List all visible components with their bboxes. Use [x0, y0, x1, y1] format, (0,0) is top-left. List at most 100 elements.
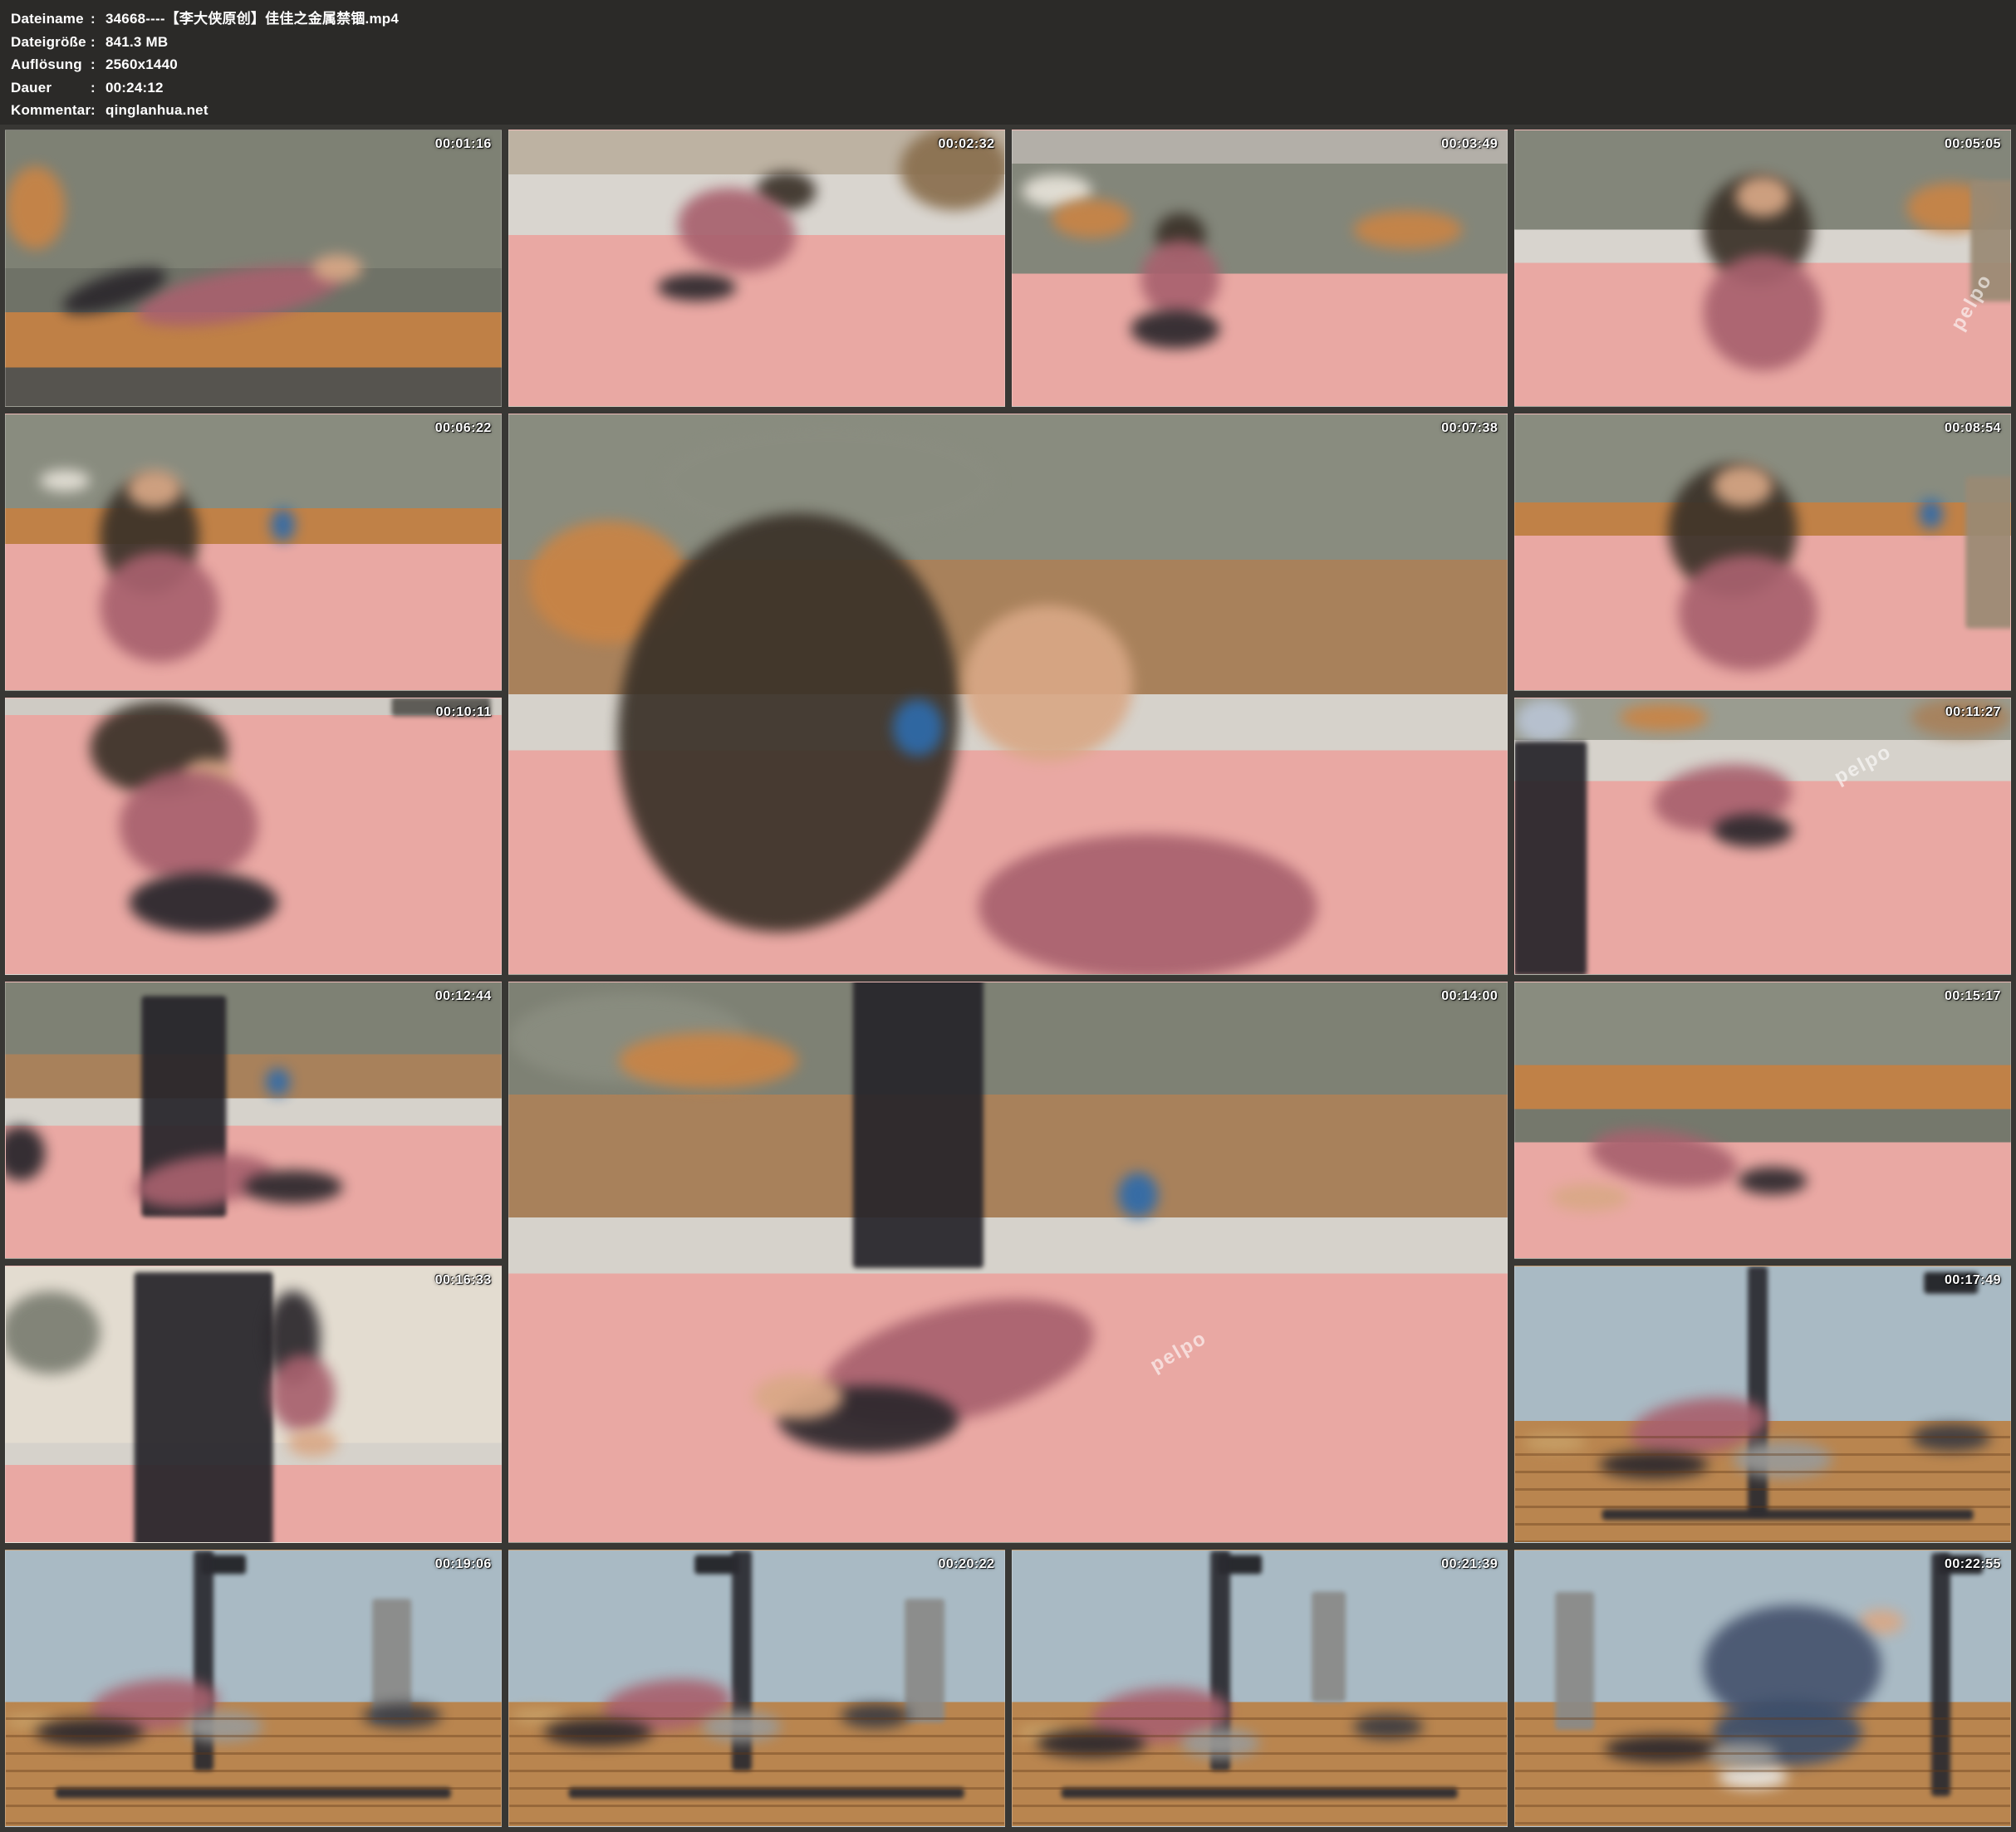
scene-shape	[1714, 465, 1773, 507]
scene-shape	[271, 1354, 335, 1432]
mat-brand-watermark: pelpo	[1946, 270, 1997, 335]
metadata-separator: :	[91, 53, 105, 76]
timestamp-overlay: 00:12:44	[435, 989, 492, 1004]
scene-shape	[288, 1429, 338, 1457]
metadata-row-filename: Dateiname : 34668----【李大侠原创】佳佳之金属禁锢.mp4	[11, 7, 2016, 31]
scene-shape	[619, 1033, 798, 1089]
timestamp-overlay: 00:15:17	[1945, 989, 2001, 1004]
scene-shape	[135, 1272, 273, 1543]
metadata-separator: :	[91, 99, 105, 122]
scene-shape	[5, 1291, 100, 1374]
scene-shape	[1735, 176, 1790, 218]
scene-shape	[1354, 210, 1463, 248]
timestamp-overlay: 00:05:05	[1945, 137, 2001, 152]
wood-floor-texture	[1013, 1702, 1508, 1826]
scene-shape	[753, 1374, 843, 1419]
scene-shape	[266, 1068, 291, 1095]
metadata-label: Dateiname	[11, 7, 91, 31]
video-thumbnail[interactable]: pelpo 00:11:27	[1514, 698, 2011, 975]
metadata-label: Dateigröße	[11, 31, 91, 54]
scene-shape	[1140, 241, 1219, 318]
scene-shape	[5, 1126, 46, 1181]
metadata-separator: :	[91, 7, 105, 31]
scene-shape	[41, 469, 91, 492]
timestamp-overlay: 00:06:22	[435, 421, 492, 436]
timestamp-overlay: 00:08:54	[1945, 421, 2001, 436]
video-thumbnail[interactable]: 00:02:32	[508, 130, 1005, 407]
scene-shape	[1515, 698, 1574, 742]
filesize-value: 841.3 MB	[105, 31, 168, 54]
metadata-row-comment: Kommentar : qinglanhua.net	[11, 99, 2016, 122]
scene-shape	[1514, 741, 1587, 975]
timestamp-overlay: 00:17:49	[1945, 1273, 2001, 1288]
video-thumbnail[interactable]: 00:07:38	[508, 414, 1508, 975]
timestamp-overlay: 00:16:33	[435, 1273, 492, 1288]
metadata-separator: :	[91, 76, 105, 100]
comment-value: qinglanhua.net	[105, 99, 208, 122]
video-thumbnail[interactable]: 00:03:49	[1012, 130, 1508, 407]
video-thumbnail[interactable]: 00:01:16	[5, 130, 502, 407]
scene-shape	[1859, 1609, 1904, 1634]
video-thumbnail[interactable]: 00:17:49	[1514, 1266, 2011, 1543]
mat-brand-watermark: pelpo	[1830, 741, 1895, 790]
timestamp-overlay: 00:11:27	[1945, 705, 2001, 720]
scene-shape	[130, 872, 278, 933]
scene-shape	[1118, 1173, 1158, 1217]
timestamp-overlay: 00:19:06	[435, 1557, 492, 1572]
timestamp-overlay: 00:22:55	[1945, 1557, 2001, 1572]
video-thumbnail[interactable]: 00:19:06	[5, 1550, 502, 1827]
scene-shape	[1312, 1592, 1346, 1702]
video-thumbnail[interactable]: 00:08:54	[1514, 414, 2011, 691]
timestamp-overlay: 00:10:11	[436, 705, 492, 720]
scene-shape	[1550, 1183, 1629, 1211]
video-thumbnail[interactable]: 00:15:17	[1514, 982, 2011, 1259]
timestamp-overlay: 00:03:49	[1441, 137, 1498, 152]
scene-shape	[271, 508, 296, 541]
metadata-label: Auflösung	[11, 53, 91, 76]
wood-floor-texture	[1515, 1702, 2010, 1826]
scene-shape	[1919, 498, 1944, 529]
scene-shape	[312, 254, 362, 282]
timestamp-overlay: 00:20:22	[938, 1557, 994, 1572]
scene-shape	[243, 1170, 342, 1203]
metadata-separator: :	[91, 31, 105, 54]
scene-shape	[1738, 1167, 1807, 1194]
wood-floor-texture	[1515, 1421, 2010, 1542]
video-thumbnail[interactable]: 00:16:33	[5, 1266, 502, 1543]
video-thumbnail[interactable]: 00:10:11	[5, 698, 502, 975]
scene-shape	[978, 834, 1317, 975]
video-thumbnail[interactable]: 00:20:22	[508, 1550, 1005, 1827]
scene-shape	[120, 770, 258, 880]
scene-shape	[853, 982, 983, 1268]
wood-floor-texture	[509, 1702, 1004, 1826]
metadata-row-resolution: Auflösung : 2560x1440	[11, 53, 2016, 76]
timestamp-overlay: 00:07:38	[1441, 421, 1498, 436]
resolution-value: 2560x1440	[105, 53, 178, 76]
video-thumbnail[interactable]: 00:12:44	[5, 982, 502, 1259]
metadata-row-filesize: Dateigröße : 841.3 MB	[11, 31, 2016, 54]
scene-shape	[1704, 254, 1822, 370]
metadata-label: Dauer	[11, 76, 91, 100]
metadata-header: Dateiname : 34668----【李大侠原创】佳佳之金属禁锢.mp4 …	[0, 0, 2016, 125]
scene-shape	[1714, 814, 1793, 847]
video-thumbnail[interactable]: 00:06:22	[5, 414, 502, 691]
scene-shape	[1965, 477, 2011, 629]
scene-shape	[1679, 555, 1817, 670]
scene-shape	[657, 274, 736, 301]
video-thumbnail[interactable]: 00:21:39	[1012, 1550, 1508, 1827]
scene-shape	[1052, 199, 1131, 238]
timestamp-overlay: 00:21:39	[1441, 1557, 1498, 1572]
scene-shape	[893, 700, 943, 756]
scene-shape	[100, 552, 218, 663]
timestamp-overlay: 00:02:32	[938, 137, 994, 152]
thumbnail-grid: 00:01:16 00:02:32 00:03:49 pelpo 00:05:05 00:…	[0, 125, 2016, 1832]
video-thumbnail[interactable]: pelpo00:14:00	[508, 982, 1508, 1543]
metadata-row-duration: Dauer : 00:24:12	[11, 76, 2016, 100]
scene-shape	[1131, 310, 1219, 348]
scene-shape	[963, 605, 1132, 762]
wood-floor-texture	[6, 1702, 501, 1826]
scene-shape	[6, 166, 65, 249]
video-thumbnail[interactable]: 00:22:55	[1514, 1550, 2011, 1827]
duration-value: 00:24:12	[105, 76, 164, 100]
video-thumbnail[interactable]: pelpo 00:05:05	[1514, 130, 2011, 407]
